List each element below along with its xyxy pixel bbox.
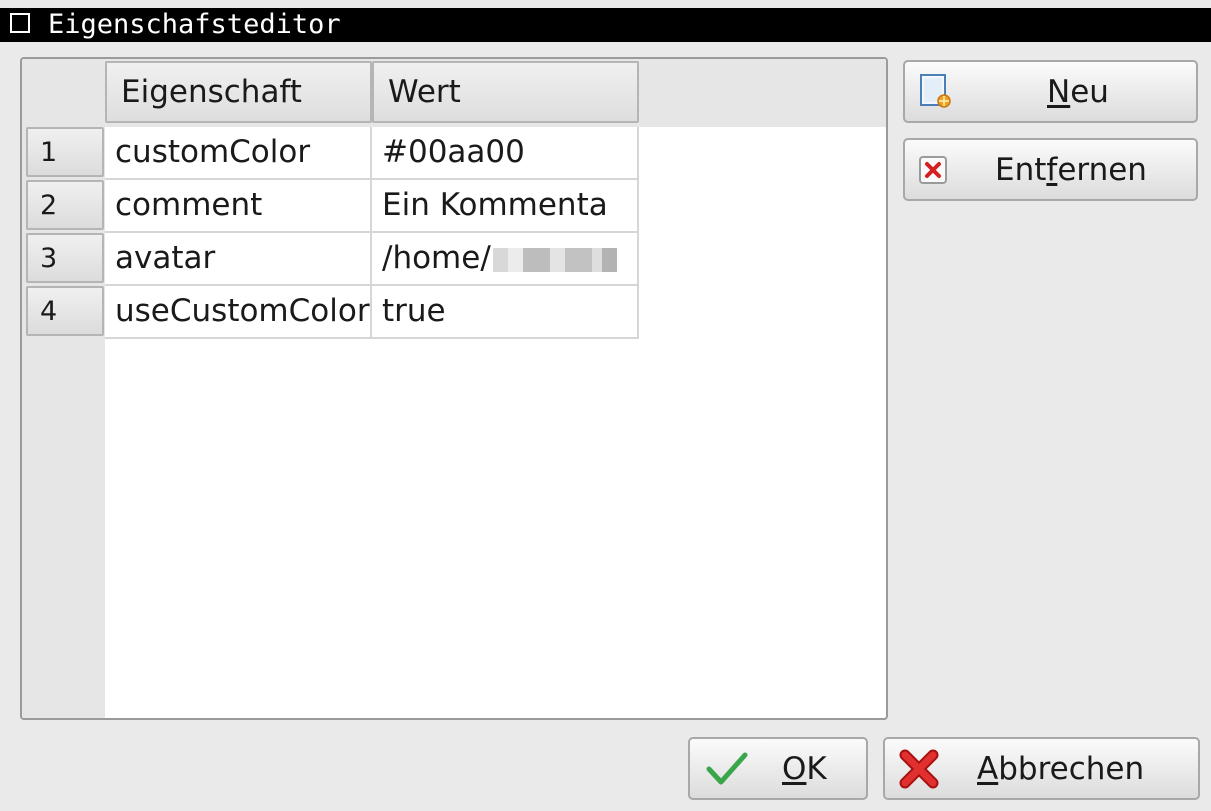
new-document-icon (919, 74, 951, 116)
table-cell-value[interactable]: Ein Kommenta (372, 180, 639, 233)
row-header[interactable]: 4 (26, 286, 104, 336)
ok-button-label: OK (782, 751, 827, 787)
redacted-path (492, 247, 617, 272)
table-cell-property[interactable]: useCustomColor (105, 286, 372, 339)
window-titlebar: Eigenschafsteditor (0, 0, 1211, 42)
table-corner-button[interactable] (22, 59, 105, 127)
table-cell-value[interactable]: true (372, 286, 639, 339)
new-button-label: Neu (1047, 74, 1109, 110)
table-cell-property[interactable]: avatar (105, 233, 372, 286)
cancel-button-label: Abbrechen (977, 751, 1145, 787)
cancel-button[interactable]: Abbrechen (883, 737, 1200, 800)
column-header-property[interactable]: Eigenschaft (105, 61, 372, 123)
row-header[interactable]: 1 (26, 127, 104, 177)
window-menu-box-icon[interactable] (10, 13, 30, 33)
table-cell-property[interactable]: customColor (105, 127, 372, 180)
table-cell-value[interactable]: #00aa00 (372, 127, 639, 180)
row-header[interactable]: 2 (26, 180, 104, 230)
window-title: Eigenschafsteditor (48, 9, 341, 40)
new-button[interactable]: Neu (903, 60, 1198, 123)
table-cell-property[interactable]: comment (105, 180, 372, 233)
red-x-icon (899, 749, 939, 797)
remove-icon (919, 156, 949, 194)
row-header[interactable]: 3 (26, 233, 104, 283)
remove-button-label: Entfernen (995, 152, 1147, 188)
table-cell-value[interactable]: /home/ (372, 233, 639, 286)
ok-button[interactable]: OK (688, 737, 868, 800)
value-text: /home/ (382, 240, 491, 276)
checkmark-icon (706, 751, 748, 795)
remove-button[interactable]: Entfernen (903, 138, 1198, 201)
column-header-value[interactable]: Wert (372, 61, 639, 123)
property-table[interactable]: Eigenschaft Wert 1 customColor #00aa00 2… (20, 57, 888, 720)
